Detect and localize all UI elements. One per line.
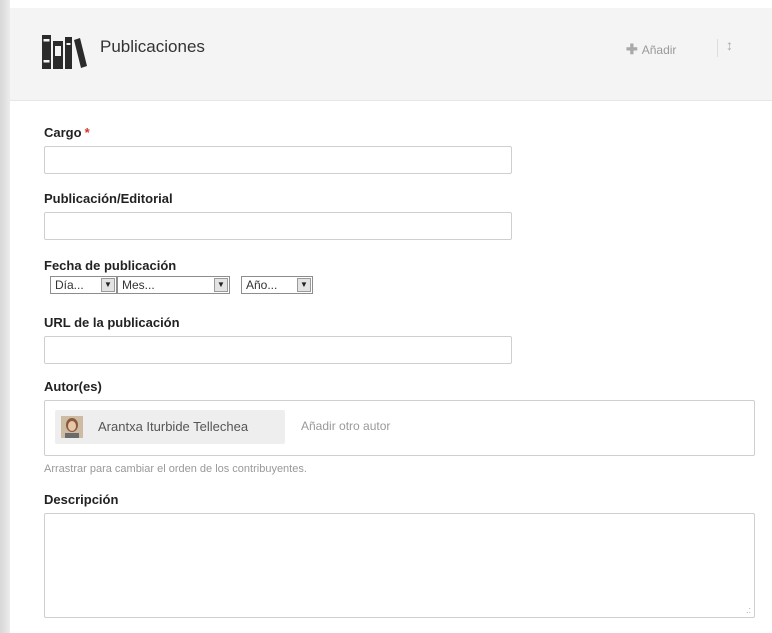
required-mark: * <box>84 125 90 140</box>
add-label: Añadir <box>641 43 677 57</box>
left-scroll-edge <box>0 0 10 633</box>
avatar <box>61 416 83 438</box>
month-select-value: Mes... <box>122 278 155 292</box>
day-select-value: Día... <box>55 278 84 292</box>
publications-panel: Publicaciones ✚ Añadir ↕ Cargo * Publicaci… <box>10 8 772 633</box>
url-input[interactable] <box>44 336 512 364</box>
cargo-label: Cargo * <box>44 125 90 140</box>
dropdown-arrow-icon: ▼ <box>214 278 228 292</box>
descripcion-textarea[interactable]: .: <box>44 513 755 618</box>
plus-icon: ✚ <box>626 41 638 57</box>
add-author-input[interactable]: Añadir otro autor <box>301 419 390 433</box>
year-select-value: Año... <box>246 278 278 292</box>
resize-grip-icon[interactable]: .: <box>746 606 751 615</box>
authors-box: Arantxa Iturbide Tellechea Añadir otro a… <box>44 400 755 456</box>
header-divider <box>717 39 718 57</box>
month-select[interactable]: Mes... ▼ <box>117 276 230 294</box>
updown-arrow-icon[interactable]: ↕ <box>726 37 733 53</box>
day-select[interactable]: Día... ▼ <box>50 276 117 294</box>
page: Publicaciones ✚ Añadir ↕ Cargo * Publicaci… <box>0 0 772 633</box>
cargo-label-text: Cargo <box>44 125 82 140</box>
add-publication-button[interactable]: ✚ Añadir <box>626 41 676 58</box>
section-title: Publicaciones <box>100 37 205 56</box>
dropdown-arrow-icon: ▼ <box>297 278 311 292</box>
books-icon <box>42 35 87 69</box>
descripcion-label: Descripción <box>44 492 119 507</box>
autores-label: Autor(es) <box>44 379 102 394</box>
author-chip[interactable]: Arantxa Iturbide Tellechea <box>55 410 285 444</box>
fecha-label: Fecha de publicación <box>44 258 177 273</box>
publicacion-input[interactable] <box>44 212 512 240</box>
reorder-hint: Arrastrar para cambiar el orden de los c… <box>44 463 307 475</box>
publicacion-label: Publicación/Editorial <box>44 191 173 206</box>
url-label: URL de la publicación <box>44 315 180 330</box>
cargo-input[interactable] <box>44 146 512 174</box>
author-name: Arantxa Iturbide Tellechea <box>98 419 249 434</box>
dropdown-arrow-icon: ▼ <box>101 278 115 292</box>
year-select[interactable]: Año... ▼ <box>241 276 313 294</box>
section-header: Publicaciones ✚ Añadir ↕ <box>10 8 772 101</box>
